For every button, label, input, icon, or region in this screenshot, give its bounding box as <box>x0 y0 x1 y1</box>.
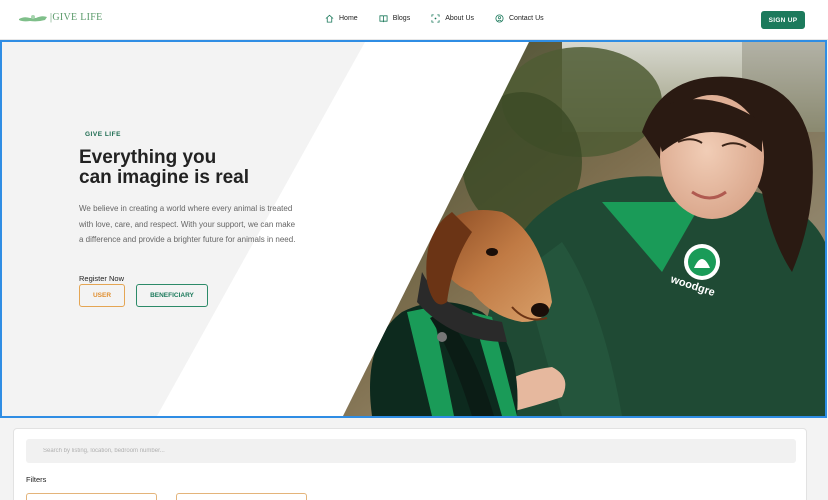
nav-home-label: Home <box>339 15 358 22</box>
search-input[interactable] <box>26 439 796 463</box>
user-register-button[interactable]: USER <box>79 284 125 307</box>
beneficiary-register-button[interactable]: BENEFICIARY <box>136 284 208 307</box>
hero-section: woodgre GIVE LIFE Everything you can ima… <box>0 40 827 418</box>
nav-blogs[interactable]: Blogs <box>379 14 411 23</box>
filters-label: Filters <box>26 475 47 484</box>
nav-about-label: About Us <box>445 15 474 22</box>
home-icon <box>325 14 334 23</box>
dots-icon <box>431 14 440 23</box>
nav-about[interactable]: About Us <box>431 14 474 23</box>
hero-headline-line2: can imagine is real <box>79 167 250 188</box>
hero-description: We believe in creating a world where eve… <box>79 204 296 244</box>
book-icon <box>379 15 388 23</box>
hero-tagline: GIVE LIFE <box>85 131 121 138</box>
nav-contact-label: Contact Us <box>509 15 544 22</box>
nav-blogs-label: Blogs <box>392 15 411 22</box>
nav-home[interactable]: Home <box>325 14 358 23</box>
hands-logo-icon <box>19 14 47 21</box>
logo-text: |GIVE LIFE <box>50 12 103 23</box>
hero-headline-line1: Everything you <box>79 147 217 168</box>
signup-button[interactable]: SIGN UP <box>761 11 805 29</box>
nav-links: Home Blogs About Us Contact Us <box>325 14 565 23</box>
register-label: Register Now <box>79 274 125 283</box>
hero-headline: Everything you can imagine is real <box>79 148 309 188</box>
filter-select-1[interactable] <box>26 493 157 500</box>
nav-contact[interactable]: Contact Us <box>495 14 544 23</box>
top-navbar: |GIVE LIFE Home Blogs About Us Contact U… <box>0 0 828 40</box>
listing-filter-card: Filters <box>13 428 807 500</box>
logo[interactable]: |GIVE LIFE <box>18 12 103 23</box>
contact-icon <box>495 14 504 23</box>
filter-select-2[interactable] <box>176 493 307 500</box>
